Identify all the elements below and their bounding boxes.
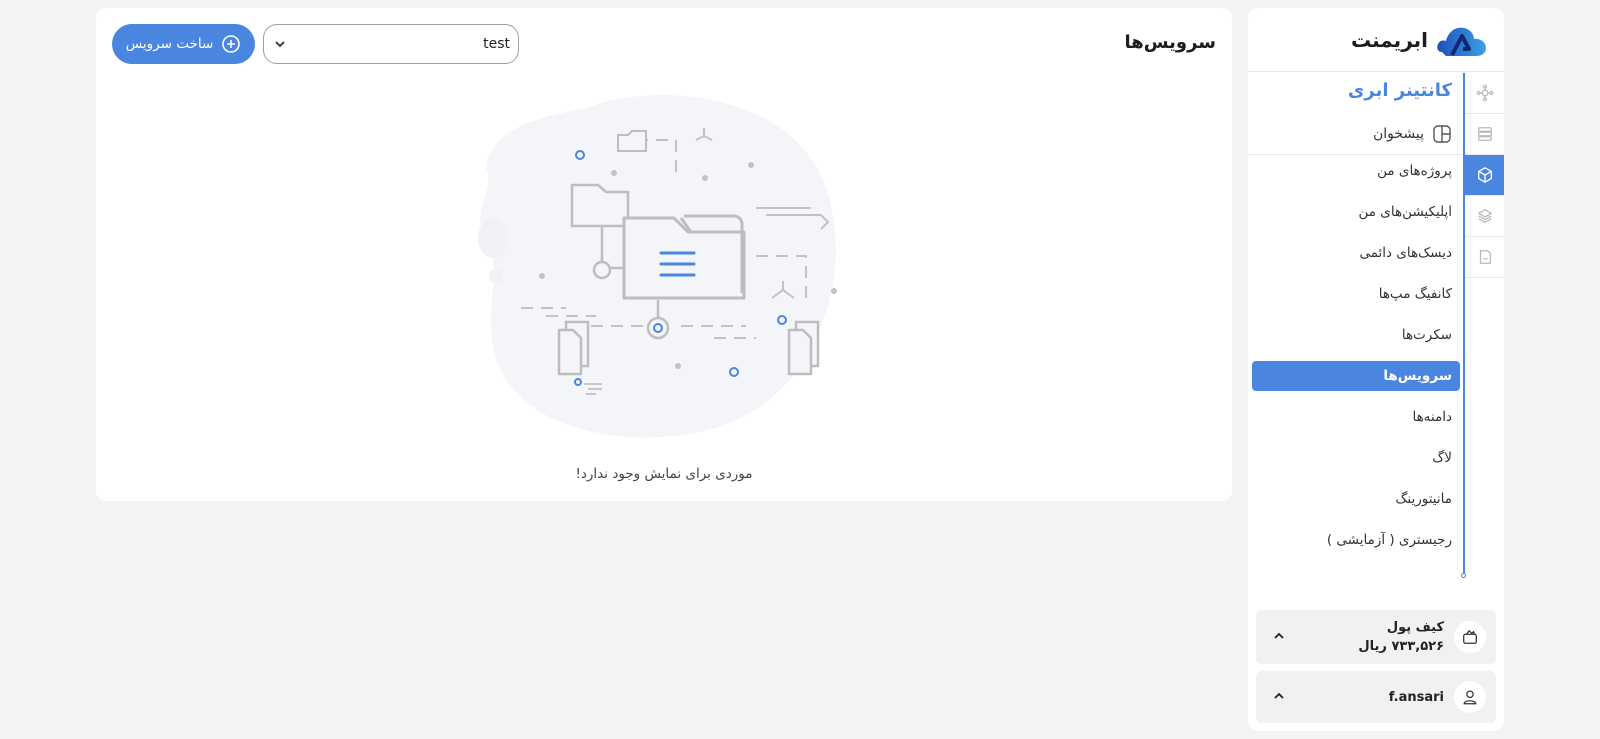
create-service-button[interactable]: ساخت سرویس [112,24,255,64]
sidebar-item-my-projects[interactable]: پروژه‌های من [1252,156,1460,186]
layers-icon [1478,209,1492,223]
dashboard-icon [1433,125,1451,143]
main-panel: سرویس‌ها ساخت سرویس test [96,8,1232,501]
dashboard-link[interactable]: پیشخوان [1373,124,1452,144]
user-name: f.ansari [1388,689,1444,705]
nav-list: پروژه‌های من اپلیکیشن‌های من دیسک‌های دا… [1252,156,1460,566]
container-cube-icon [1478,167,1492,183]
rail-cloud-network[interactable] [1465,73,1504,114]
page-title: سرویس‌ها [1124,32,1216,53]
sidebar-item-monitoring[interactable]: مانیتورینگ [1252,484,1460,514]
rail-servers[interactable] [1465,114,1504,155]
brand-header: ابریمنت [1248,8,1504,72]
sidebar-item-logs[interactable]: لاگ [1252,443,1460,473]
user-info: f.ansari [1389,681,1486,713]
wallet-card[interactable]: کیف پول ۷۳۳,۵۲۶ ریال [1256,610,1496,664]
plus-circle-icon [222,35,241,53]
rail-layers[interactable] [1465,196,1504,237]
wallet-info: کیف پول ۷۳۳,۵۲۶ ریال [1358,618,1486,656]
cloud-network-icon [1476,84,1494,102]
brand-name: ابریمنت [1350,27,1428,52]
project-select-value: test [483,36,510,52]
service-rail [1464,73,1504,287]
sidebar-item-domains[interactable]: دامنه‌ها [1252,402,1460,432]
sidebar-item-registry[interactable]: رجیستری ( آزمایشی ) [1252,525,1460,555]
chevron-down-icon [275,41,285,48]
create-service-label: ساخت سرویس [125,36,214,52]
user-icon [1454,681,1486,713]
wallet-balance: ۷۳۳,۵۲۶ ریال [1358,639,1444,654]
wallet-title: کیف پول [1386,620,1444,635]
user-card[interactable]: f.ansari [1256,671,1496,723]
sidebar-item-config-maps[interactable]: کانفیگ مپ‌ها [1252,279,1460,309]
rail-storage[interactable] [1465,237,1504,278]
sidebar-divider [1248,154,1462,155]
nav-indicator-line [1463,73,1465,578]
chevron-up-icon[interactable] [1272,688,1286,707]
sidebar: ابریمنت [1248,8,1504,731]
nav-indicator-dot [1461,573,1466,578]
storage-icon [1479,250,1492,264]
sidebar-item-secrets[interactable]: سکرت‌ها [1252,320,1460,350]
rail-container[interactable] [1465,155,1504,196]
server-icon [1478,127,1492,141]
sidebar-item-persistent-disks[interactable]: دیسک‌های دائمی [1252,238,1460,268]
sidebar-item-services[interactable]: سرویس‌ها [1252,361,1460,391]
chevron-up-icon[interactable] [1272,628,1286,647]
wallet-text: کیف پول ۷۳۳,۵۲۶ ریال [1358,618,1444,656]
empty-state-message: موردی برای نمایش وجود ندارد! [575,466,753,482]
project-select[interactable]: test [263,24,519,64]
wallet-icon [1454,621,1486,653]
empty-state-illustration [478,94,837,438]
sidebar-item-my-applications[interactable]: اپلیکیشن‌های من [1252,197,1460,227]
section-title: کانتینر ابری [1347,80,1452,101]
dashboard-label: پیشخوان [1372,126,1424,142]
brand-logo-icon [1437,27,1486,56]
